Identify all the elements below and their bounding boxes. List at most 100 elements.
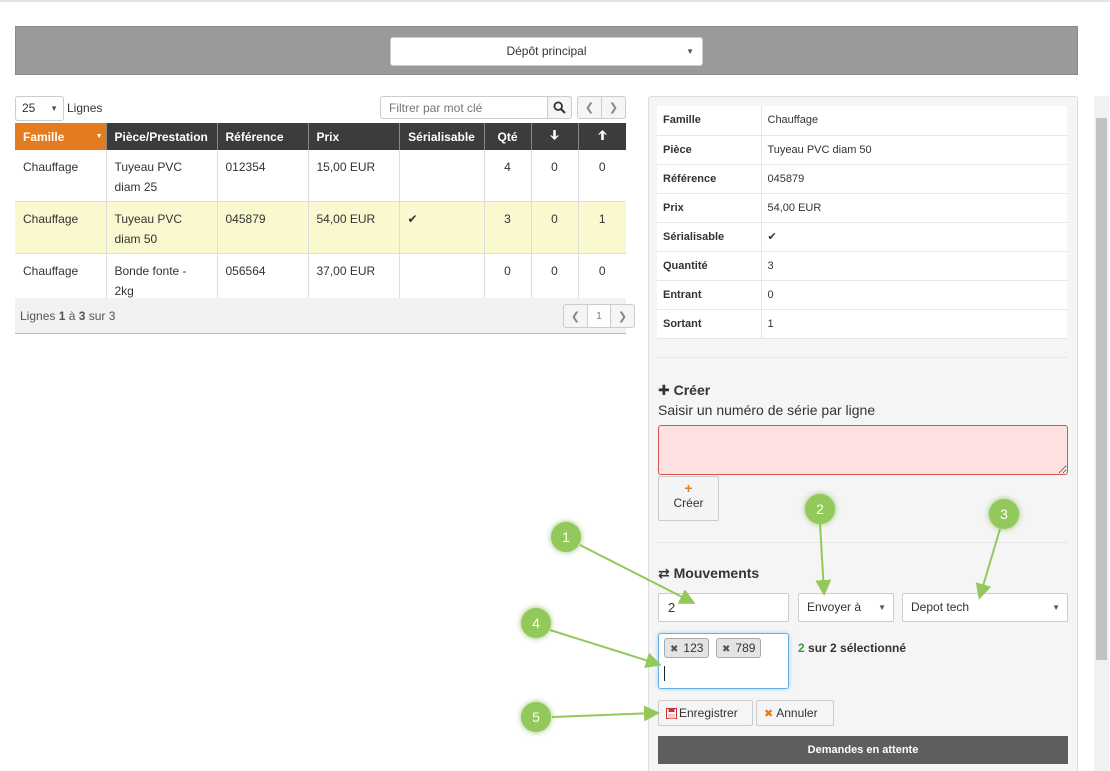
cell-reference: 045879 xyxy=(217,201,309,254)
footer-pager: ❮ 1 ❯ xyxy=(563,304,635,328)
chevron-down-icon: ▼ xyxy=(1052,603,1060,612)
detail-row: Sortant 1 xyxy=(657,309,1067,339)
column-header-serialisable[interactable]: Sérialisable xyxy=(399,123,485,150)
prev-page-button[interactable]: ❮ xyxy=(577,96,602,119)
detail-value: Chauffage xyxy=(760,106,1067,136)
cell-qte: 4 xyxy=(484,150,532,202)
cell-sortant: 1 xyxy=(578,201,626,254)
serial-numbers-textarea[interactable] xyxy=(658,425,1068,475)
column-header-piece[interactable]: Pièce/Prestation xyxy=(106,123,218,150)
detail-value: Tuyeau PVC diam 50 xyxy=(760,135,1067,165)
cell-famille: Chauffage xyxy=(15,150,107,202)
top-rule xyxy=(0,0,1110,2)
create-button[interactable]: + Créer xyxy=(658,476,719,521)
depot-select-value: Dépôt principal xyxy=(506,44,587,58)
chevron-left-icon: ❮ xyxy=(584,102,595,114)
cell-entrant: 0 xyxy=(531,201,579,254)
serial-tag[interactable]: ✖ 123 xyxy=(664,638,710,658)
search-icon xyxy=(553,101,566,114)
chevron-right-icon: ❯ xyxy=(617,310,628,323)
detail-value: 54,00 EUR xyxy=(760,193,1067,223)
cell-prix: 54,00 EUR xyxy=(308,201,400,254)
lines-per-page-select[interactable]: 25 ▼ xyxy=(15,96,64,121)
detail-label: Prix xyxy=(657,193,761,223)
movement-action-select[interactable]: Envoyer à ▼ xyxy=(798,593,894,622)
annotation-marker-3: 3 xyxy=(989,499,1019,529)
chevron-down-icon: ▼ xyxy=(686,47,694,56)
cell-famille: Chauffage xyxy=(15,201,107,254)
annotation-marker-1: 1 xyxy=(551,522,581,552)
column-header-qte[interactable]: Qté xyxy=(484,123,532,150)
parts-table: Famille ▼ Pièce/Prestation Référence Prix… xyxy=(15,123,626,306)
search-button[interactable] xyxy=(547,96,572,119)
next-page-button[interactable]: ❯ xyxy=(601,96,626,119)
detail-value: 045879 xyxy=(760,164,1067,194)
annotation-marker-4: 4 xyxy=(521,608,551,638)
column-header-reference[interactable]: Référence xyxy=(217,123,309,150)
cell-qte: 3 xyxy=(484,201,532,254)
detail-row: Famille Chauffage xyxy=(657,106,1067,136)
movement-quantity-input[interactable] xyxy=(658,593,789,622)
movement-action-value: Envoyer à xyxy=(807,600,862,614)
pending-requests-bar[interactable]: Demandes en attente xyxy=(658,736,1068,764)
detail-table: Famille Chauffage Pièce Tuyeau PVC diam 50… xyxy=(657,106,1067,339)
lines-label: Lignes xyxy=(67,101,103,115)
detail-row: Quantité 3 xyxy=(657,251,1067,281)
detail-row: Entrant 0 xyxy=(657,280,1067,310)
detail-value: 3 xyxy=(760,251,1067,281)
serial-tags-input[interactable]: ✖ 123 ✖ 789 xyxy=(658,633,789,689)
chevron-down-icon: ▼ xyxy=(878,603,886,612)
arrow-down-icon xyxy=(550,130,559,140)
chevron-down-icon: ▼ xyxy=(50,104,58,113)
depot-select[interactable]: Dépôt principal ▼ xyxy=(390,37,703,66)
current-page[interactable]: 1 xyxy=(588,304,610,328)
cancel-button[interactable]: ✖ Annuler xyxy=(756,700,834,726)
floppy-disk-icon xyxy=(666,707,677,719)
cell-piece: Tuyeau PVC diam 25 xyxy=(106,150,218,202)
detail-label: Sérialisable xyxy=(657,222,761,252)
depot-bar: Dépôt principal ▼ xyxy=(15,26,1078,75)
sort-desc-icon: ▼ xyxy=(95,133,103,140)
filter-input[interactable] xyxy=(380,96,548,119)
remove-tag-icon[interactable]: ✖ xyxy=(670,644,678,655)
cell-reference: 012354 xyxy=(217,150,309,202)
detail-value: 1 xyxy=(760,309,1067,339)
text-cursor xyxy=(664,666,665,681)
create-help-text: Saisir un numéro de série par ligne xyxy=(658,402,876,418)
save-button[interactable]: Enregistrer xyxy=(658,700,753,726)
serial-tag[interactable]: ✖ 789 xyxy=(716,638,762,658)
column-header-prix[interactable]: Prix xyxy=(308,123,400,150)
footer-prev-button[interactable]: ❮ xyxy=(563,304,588,328)
destination-select[interactable]: Depot tech ▼ xyxy=(902,593,1068,622)
cell-entrant: 0 xyxy=(531,150,579,202)
plus-icon: ✚ xyxy=(658,382,670,398)
cell-prix: 15,00 EUR xyxy=(308,150,400,202)
table-row[interactable]: Chauffage Tuyeau PVC diam 25 012354 15,0… xyxy=(15,150,626,202)
column-header-entrant[interactable] xyxy=(531,123,579,150)
destination-value: Depot tech xyxy=(911,600,970,614)
column-header-sortant[interactable] xyxy=(578,123,626,150)
detail-label: Quantité xyxy=(657,251,761,281)
scrollbar-thumb[interactable] xyxy=(1096,118,1107,660)
cell-serialisable xyxy=(399,150,485,202)
table-footer: Lignes 1 à 3 sur 3 ❮ 1 ❯ xyxy=(15,298,635,334)
lines-per-page-value: 25 xyxy=(22,101,36,115)
column-header-famille[interactable]: Famille ▼ xyxy=(15,123,107,150)
section-divider xyxy=(657,357,1067,358)
table-header-row: Famille ▼ Pièce/Prestation Référence Prix… xyxy=(15,123,626,150)
detail-row: Référence 045879 xyxy=(657,164,1067,194)
cell-piece: Tuyeau PVC diam 50 xyxy=(106,201,218,254)
annotation-marker-5: 5 xyxy=(521,702,551,732)
footer-next-button[interactable]: ❯ xyxy=(610,304,635,328)
create-section-title: ✚ Créer xyxy=(658,382,711,398)
remove-tag-icon[interactable]: ✖ xyxy=(722,644,730,655)
movements-section-title: ⇄ Mouvements xyxy=(658,565,760,581)
detail-label: Sortant xyxy=(657,309,761,339)
annotation-arrow-4 xyxy=(549,629,662,669)
checkmark-icon: ✔ xyxy=(399,201,485,254)
chevron-left-icon: ❮ xyxy=(570,310,581,323)
section-divider xyxy=(657,542,1067,543)
detail-value: 0 xyxy=(760,280,1067,310)
create-button-label: Créer xyxy=(673,496,704,510)
table-row-selected[interactable]: Chauffage Tuyeau PVC diam 50 045879 54,0… xyxy=(15,201,626,254)
